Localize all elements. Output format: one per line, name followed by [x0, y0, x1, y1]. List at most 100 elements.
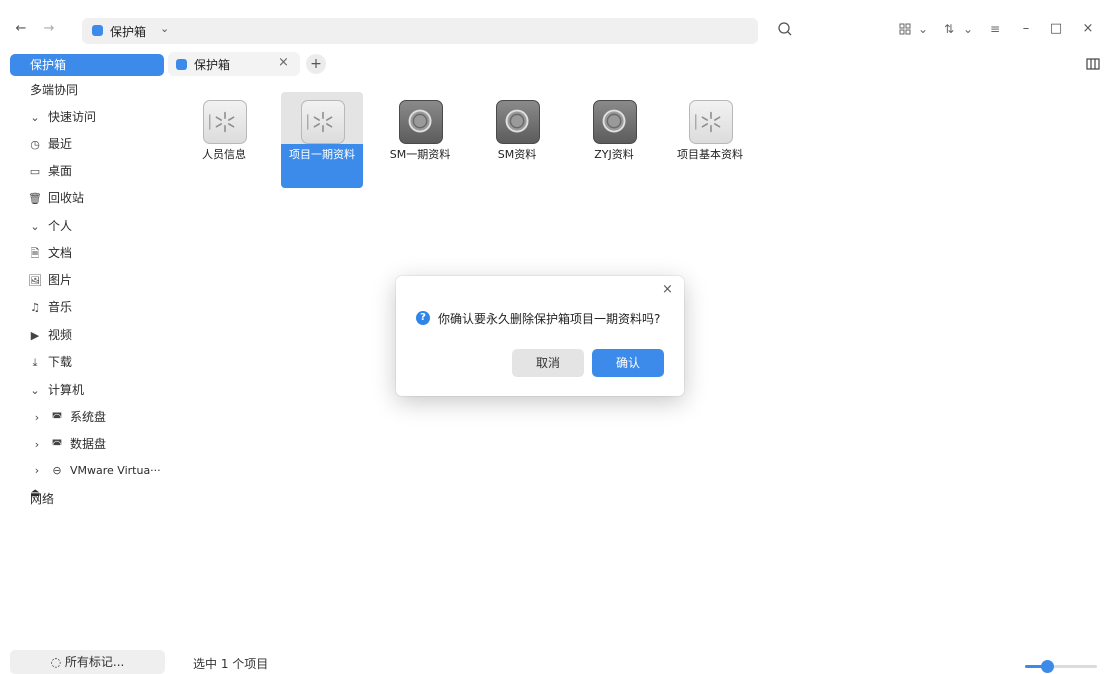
sidebar-item-network[interactable]: 网络: [10, 488, 164, 510]
minimize-icon: –: [1022, 21, 1030, 36]
sidebar-item-label: 文档: [48, 246, 73, 260]
vault-icon: [176, 59, 187, 70]
file-name: 项目一期资料: [281, 144, 363, 188]
file-item[interactable]: SM一期资料: [379, 92, 461, 188]
chevron-right-icon: ›: [34, 464, 40, 477]
removable-drive-icon: ⊖: [52, 464, 62, 477]
file-name: SM一期资料: [389, 148, 451, 161]
file-name: ZYJ资料: [594, 148, 634, 161]
sidebar-item-label: 下载: [48, 355, 73, 369]
sidebar-item-label: 桌面: [48, 164, 73, 178]
trash-icon: 🗑: [28, 192, 42, 205]
sidebar: 保护箱 多端协同 ⌄ 快速访问 ◷ 最近 ▭ 桌面 🗑 回收站 ⌄ 个人 🗎 文档 🖼 图片 …: [0, 52, 168, 673]
music-icon: ♫: [30, 301, 40, 314]
column-view-icon[interactable]: [1085, 56, 1101, 72]
back-button[interactable]: ←: [12, 20, 30, 38]
sidebar-item-label: 音乐: [48, 300, 73, 314]
sidebar-item-documents[interactable]: 🗎 文档: [10, 242, 164, 264]
sidebar-item-label: 回收站: [48, 191, 85, 205]
sidebar-group-computer[interactable]: ⌄ 计算机: [10, 379, 164, 401]
sidebar-group-quick-access[interactable]: ⌄ 快速访问: [10, 106, 164, 128]
sidebar-item-pictures[interactable]: 🖼 图片: [10, 269, 164, 291]
arrow-right-icon: →: [43, 21, 55, 36]
maximize-icon: □: [1049, 21, 1063, 36]
sidebar-item-recent[interactable]: ◷ 最近: [10, 133, 164, 155]
close-icon[interactable]: ×: [662, 282, 673, 297]
sidebar-item-label: 计算机: [48, 383, 85, 397]
sidebar-item-label: 图片: [48, 273, 73, 287]
vault-locked-icon: [689, 100, 733, 144]
sidebar-item-label: 视频: [48, 328, 73, 342]
title-bar: ← → 保护箱 ⌄ ⌄ ⇅ ⌄ ≡ – □ ×: [0, 0, 1105, 52]
close-button[interactable]: ×: [1078, 20, 1098, 38]
grid-view-icon[interactable]: [898, 20, 912, 38]
maximize-button[interactable]: □: [1046, 20, 1066, 38]
address-path[interactable]: 保护箱: [110, 23, 146, 40]
file-name: SM资料: [497, 148, 537, 161]
video-icon: ▶: [30, 329, 40, 342]
sidebar-item-collab[interactable]: 多端协同: [10, 79, 164, 101]
zoom-slider-handle[interactable]: [1040, 660, 1054, 673]
chevron-down-icon[interactable]: ⌄: [160, 22, 169, 35]
file-name: 人员信息: [202, 148, 246, 161]
file-item[interactable]: SM资料: [476, 92, 558, 188]
sidebar-item-label: 系统盘: [70, 410, 107, 424]
minimize-button[interactable]: –: [1016, 20, 1036, 38]
file-item[interactable]: ZYJ资料: [573, 92, 655, 188]
chevron-down-icon[interactable]: ⌄: [963, 20, 973, 38]
safe-icon: [593, 100, 637, 144]
chevron-down-icon: ⌄: [30, 220, 40, 233]
sort-icon[interactable]: ⇅: [944, 20, 954, 38]
sidebar-item-system-disk[interactable]: › ◚ 系统盘: [10, 406, 164, 428]
arrow-left-icon: ←: [15, 21, 27, 36]
file-item[interactable]: 人员信息: [183, 92, 265, 188]
chevron-down-icon: ⌄: [30, 384, 40, 397]
chevron-down-icon[interactable]: ⌄: [918, 20, 928, 38]
file-item[interactable]: 项目一期资料: [281, 92, 363, 188]
safe-icon: [399, 100, 443, 144]
sidebar-item-desktop[interactable]: ▭ 桌面: [10, 160, 164, 182]
tab-vault[interactable]: 保护箱 ×: [168, 52, 300, 76]
menu-icon[interactable]: ≡: [990, 20, 1000, 38]
disk-icon: ◚: [51, 438, 63, 451]
confirm-button[interactable]: 确认: [592, 349, 664, 377]
sidebar-item-music[interactable]: ♫ 音乐: [10, 296, 164, 318]
status-text: 选中 1 个项目: [193, 657, 269, 671]
question-icon: ?: [416, 311, 430, 325]
sidebar-item-videos[interactable]: ▶ 视频: [10, 324, 164, 346]
download-icon: ⤓: [32, 356, 38, 369]
file-item[interactable]: 项目基本资料: [669, 92, 751, 188]
search-icon[interactable]: [775, 19, 795, 39]
cancel-button[interactable]: 取消: [512, 349, 584, 377]
address-bar[interactable]: 保护箱 ⌄: [82, 18, 758, 44]
add-tab-button[interactable]: +: [306, 54, 326, 74]
sidebar-item-data-disk[interactable]: › ◚ 数据盘: [10, 433, 164, 455]
picture-icon: 🖼: [28, 274, 42, 287]
plus-icon: +: [310, 56, 322, 72]
document-icon: 🗎: [30, 247, 40, 260]
sidebar-item-downloads[interactable]: ⤓ 下载: [10, 351, 164, 373]
zoom-slider[interactable]: [1025, 660, 1097, 673]
sidebar-item-trash[interactable]: 🗑 回收站: [10, 187, 164, 209]
desktop-icon: ▭: [29, 165, 41, 178]
vault-locked-icon: [301, 100, 345, 144]
sidebar-item-vault[interactable]: 保护箱: [10, 54, 164, 76]
sidebar-item-vmware-drive[interactable]: › ⊖ VMware Virtua··· ⏏: [10, 460, 164, 499]
chevron-right-icon: ›: [34, 411, 40, 424]
chevron-down-icon: ⌄: [30, 111, 40, 124]
sidebar-item-label: 网络: [30, 492, 55, 506]
close-icon[interactable]: ×: [278, 55, 289, 70]
chevron-right-icon: ›: [34, 438, 40, 451]
sidebar-item-label: 个人: [48, 219, 73, 233]
forward-button[interactable]: →: [40, 20, 58, 38]
dialog-message: 你确认要永久删除保护箱项目一期资料吗?: [438, 312, 661, 326]
sidebar-item-label: 数据盘: [70, 437, 107, 451]
all-tags-button[interactable]: ◌ 所有标记...: [10, 650, 165, 674]
sidebar-group-personal[interactable]: ⌄ 个人: [10, 215, 164, 237]
vault-locked-icon: [203, 100, 247, 144]
sidebar-item-label: 多端协同: [30, 83, 79, 97]
file-name: 项目基本资料: [677, 148, 743, 161]
safe-icon: [496, 100, 540, 144]
clock-icon: ◷: [30, 138, 40, 151]
sidebar-item-label: 保护箱: [30, 58, 67, 72]
